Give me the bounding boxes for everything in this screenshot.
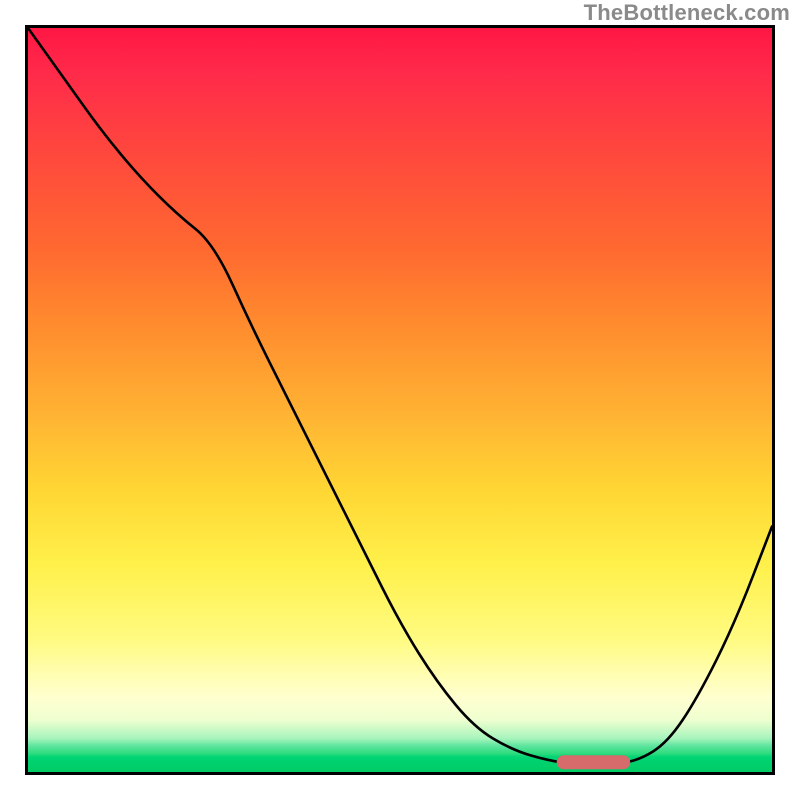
- attribution-text: TheBottleneck.com: [584, 0, 790, 26]
- plot-area: [25, 25, 775, 775]
- heatmap-gradient: [28, 28, 772, 772]
- chart-figure: TheBottleneck.com: [0, 0, 800, 800]
